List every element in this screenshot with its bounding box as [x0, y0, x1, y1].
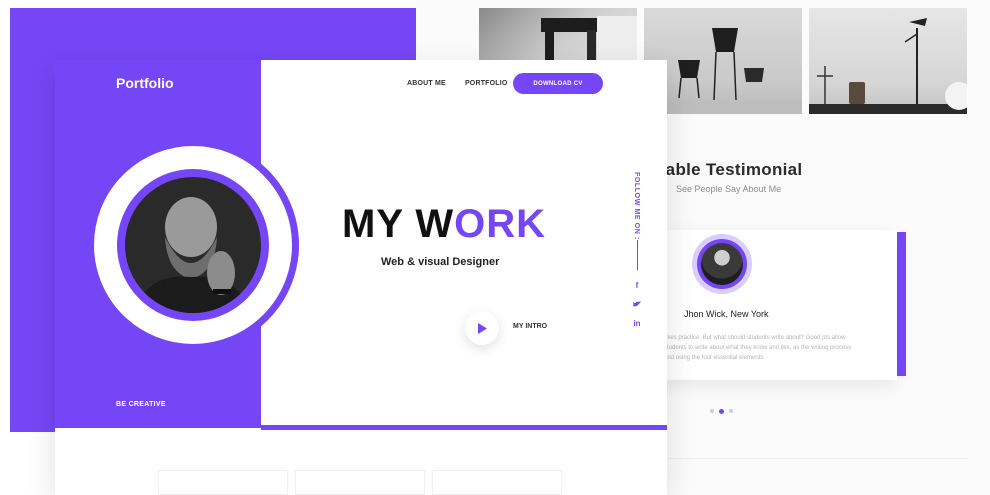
- testimonial-quote: akes practice. But what should students …: [664, 335, 852, 361]
- nav-about-me[interactable]: ABOUT ME: [407, 80, 446, 87]
- portrait-frame-inner: [107, 159, 279, 331]
- hero-title-part1: MY W: [342, 202, 455, 246]
- gallery-photo-planters[interactable]: [644, 8, 802, 114]
- download-cv-button[interactable]: DOWNLOAD CV: [513, 73, 603, 94]
- section-divider: [668, 458, 968, 459]
- play-icon: [478, 322, 487, 334]
- twitter-icon[interactable]: [632, 301, 642, 310]
- profile-photo-art: [125, 177, 261, 313]
- carousel-dot-active[interactable]: [719, 408, 724, 414]
- testimonial-title: uable Testimonial: [655, 160, 803, 179]
- site-logo[interactable]: Portfolio: [116, 75, 174, 91]
- facebook-icon[interactable]: f: [632, 281, 642, 290]
- carousel-dot[interactable]: [710, 409, 714, 413]
- intro-label[interactable]: MY INTRO: [513, 323, 547, 330]
- portrait-frame: [87, 139, 299, 351]
- tagline: BE CREATIVE: [116, 401, 166, 408]
- testimonial-avatar: [692, 234, 752, 294]
- testimonial-avatar-border: [697, 239, 747, 289]
- service-card[interactable]: [432, 470, 562, 495]
- planters-illustration: [644, 28, 802, 114]
- service-card[interactable]: [158, 470, 288, 495]
- service-card[interactable]: [295, 470, 425, 495]
- carousel-dot[interactable]: [729, 409, 733, 413]
- testimonial-accent-bar: [897, 232, 906, 376]
- portrait-border: [117, 169, 269, 321]
- profile-photo: [125, 177, 261, 313]
- hero-title-accent: O: [454, 202, 487, 246]
- intro-play-button[interactable]: [465, 311, 499, 345]
- hero-title-part2: RK: [486, 202, 547, 246]
- testimonial-subtitle: See People Say About Me: [676, 184, 782, 194]
- nav-portfolio[interactable]: PORTFOLIO: [465, 80, 508, 87]
- carousel-dots[interactable]: [710, 408, 733, 414]
- twitter-bird-shape: [633, 301, 641, 307]
- portfolio-page: Portfolio ABOUT ME PORTFOLIO DOWNLOAD CV: [55, 60, 667, 495]
- hero-subtitle: Web & visual Designer: [381, 256, 500, 268]
- linkedin-icon[interactable]: in: [632, 319, 642, 328]
- gallery-photo-lamp[interactable]: [809, 8, 967, 114]
- hero-bottom-bar: [261, 425, 667, 430]
- main-nav: ABOUT ME PORTFOLIO: [407, 80, 527, 87]
- testimonial-avatar-photo: [701, 243, 743, 285]
- hero-title: MY WORK: [342, 202, 546, 247]
- follow-divider: [637, 240, 638, 270]
- follow-me-label: FOLLOW ME ON :: [633, 172, 640, 240]
- lamp-illustration: [809, 18, 967, 114]
- testimonial-name: Jhon Wick, New York: [684, 309, 769, 319]
